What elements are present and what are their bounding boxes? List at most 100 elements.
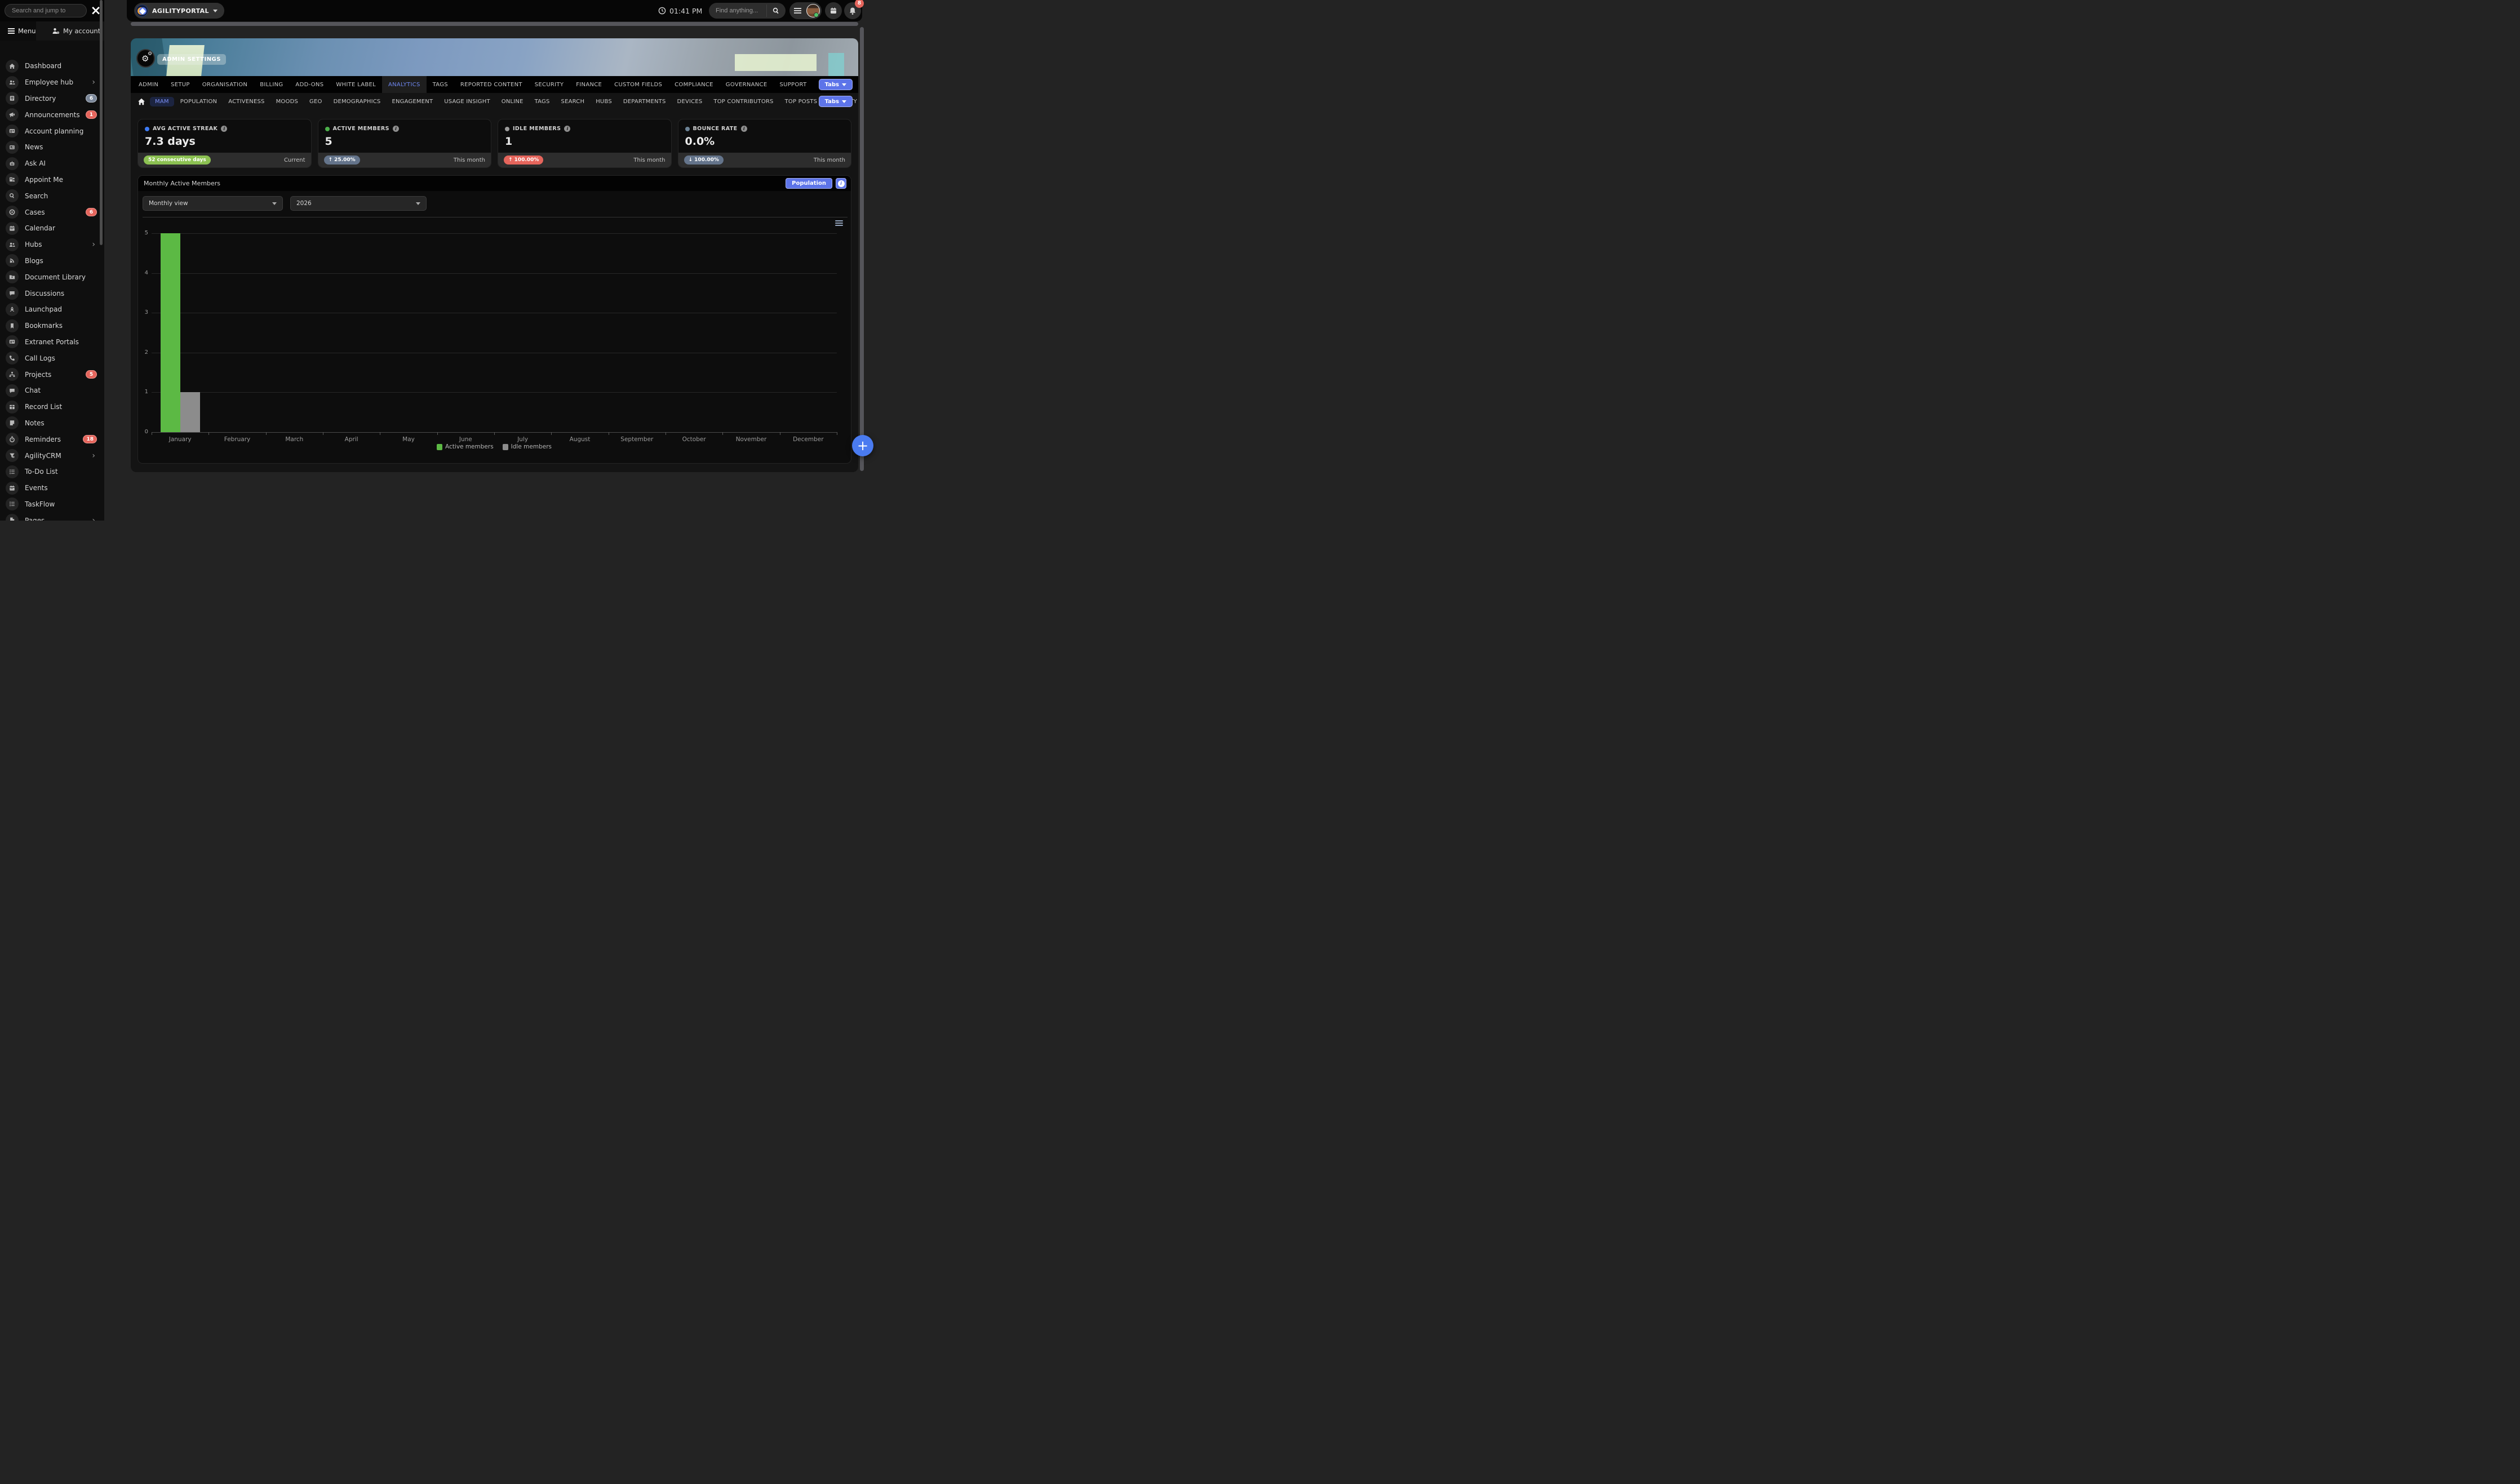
calendar-button[interactable] — [825, 2, 842, 19]
stats-row: AVG ACTIVE STREAKi7.3 days52 consecutive… — [137, 119, 851, 168]
sidebar-item-label: Employee hub — [25, 78, 73, 86]
tab-white-label[interactable]: WHITE LABEL — [330, 76, 382, 93]
subtab-moods[interactable]: MOODS — [271, 97, 303, 106]
sidebar-item-dashboard[interactable]: Dashboard — [0, 58, 104, 74]
tab-custom-fields[interactable]: CUSTOM FIELDS — [608, 76, 668, 93]
subtab-population[interactable]: POPULATION — [175, 97, 223, 106]
subtab-geo[interactable]: GEO — [304, 97, 327, 106]
sidebar-item-events[interactable]: Events — [0, 480, 104, 496]
subtab-mam[interactable]: MAM — [150, 97, 174, 106]
sidebar-item-extranet-portals[interactable]: Extranet Portals — [0, 334, 104, 350]
sidebar-item-ask-ai[interactable]: Ask AI — [0, 155, 104, 172]
subtab-top-contributors[interactable]: TOP CONTRIBUTORS — [708, 97, 778, 106]
stat-card-header: ACTIVE MEMBERSi — [325, 126, 399, 132]
info-icon[interactable]: i — [393, 126, 399, 132]
tab-billing[interactable]: BILLING — [254, 76, 289, 93]
subtab-online[interactable]: ONLINE — [496, 97, 529, 106]
sidebar-item-pages[interactable]: Pages› — [0, 512, 104, 521]
tab-organisation[interactable]: ORGANISATION — [196, 76, 254, 93]
sidebar-item-blogs[interactable]: Blogs — [0, 253, 104, 269]
users-icon — [6, 76, 19, 89]
sidebar-item-cases[interactable]: Cases6 — [0, 204, 104, 220]
sidebar-item-employee-hub[interactable]: Employee hub› — [0, 74, 104, 91]
tab-governance[interactable]: GOVERNANCE — [720, 76, 774, 93]
sidebar-item-record-list[interactable]: Record List — [0, 399, 104, 415]
sidebar-item-taskflow[interactable]: TaskFlow — [0, 496, 104, 513]
sidebar-item-projects[interactable]: Projects5 — [0, 366, 104, 383]
tab-security[interactable]: SECURITY — [529, 76, 570, 93]
stat-footer: ↓ 100.00%This month — [678, 153, 851, 167]
subtab-departments[interactable]: DEPARTMENTS — [618, 97, 671, 106]
sidebar-item-bookmarks[interactable]: Bookmarks — [0, 318, 104, 334]
info-icon[interactable]: i — [564, 126, 570, 132]
sidebar-item-label: Chat — [25, 386, 41, 394]
sidebar-item-hubs[interactable]: Hubs› — [0, 237, 104, 253]
subtab-devices[interactable]: DEVICES — [672, 97, 708, 106]
tab-analytics[interactable]: ANALYTICS — [382, 76, 427, 93]
tab-setup[interactable]: SETUP — [165, 76, 196, 93]
search-icon — [6, 189, 19, 202]
tab-admin[interactable]: ADMIN — [132, 76, 165, 93]
legend-item-active-members[interactable]: Active members — [437, 443, 494, 450]
news-icon — [6, 141, 19, 154]
tabs-dropdown-button[interactable]: Tabs — [819, 79, 853, 90]
avatar — [806, 4, 820, 17]
my-account-tab[interactable]: My account — [52, 21, 100, 41]
find-anything-input[interactable] — [716, 3, 764, 18]
home-icon[interactable] — [137, 98, 145, 105]
sidebar-item-call-logs[interactable]: Call Logs — [0, 350, 104, 366]
rocket-icon — [6, 303, 19, 316]
sidebar-item-notes[interactable]: Notes — [0, 415, 104, 432]
sidebar-item-search[interactable]: Search — [0, 188, 104, 204]
subtab-activeness[interactable]: ACTIVENESS — [223, 97, 269, 106]
info-icon[interactable]: i — [221, 126, 227, 132]
subtab-top-posts[interactable]: TOP POSTS — [780, 97, 823, 106]
sidebar-item-announcements[interactable]: Announcements1 — [0, 106, 104, 123]
sidebar-item-calendar[interactable]: Calendar — [0, 220, 104, 237]
tab-tags[interactable]: TAGS — [427, 76, 454, 93]
sidebar-item-discussions[interactable]: Discussions — [0, 285, 104, 301]
bar-january-idle-members[interactable] — [180, 392, 200, 432]
sidebar-item-to-do-list[interactable]: To-Do List — [0, 464, 104, 480]
legend-item-idle-members[interactable]: Idle members — [503, 443, 552, 450]
sidebar-item-chat[interactable]: Chat — [0, 383, 104, 399]
sidebar-item-appoint-me[interactable]: Appoint Me — [0, 172, 104, 188]
add-button[interactable]: + — [852, 435, 873, 456]
badge-cases: 6 — [86, 208, 97, 216]
sidebar-item-news[interactable]: News — [0, 139, 104, 155]
search-icon[interactable] — [772, 7, 780, 15]
vertical-scrollbar[interactable] — [860, 27, 864, 471]
info-icon[interactable]: i — [741, 126, 747, 132]
sidebar-item-directory[interactable]: Directory6 — [0, 91, 104, 107]
horizontal-scrollbar[interactable] — [131, 22, 858, 26]
sidebar-item-agilitycrm[interactable]: $AgilityCRM› — [0, 447, 104, 464]
tab-add-ons[interactable]: ADD-ONS — [289, 76, 330, 93]
profile-menu[interactable] — [789, 2, 822, 19]
bar-january-active-members[interactable] — [161, 233, 180, 432]
tab-support[interactable]: SUPPORT — [773, 76, 813, 93]
tab-reported-content[interactable]: REPORTED CONTENT — [454, 76, 529, 93]
folder-icon — [6, 270, 19, 283]
x-axis-label-august: August — [570, 436, 591, 443]
x-axis-label-march: March — [285, 436, 303, 443]
subtab-engagement[interactable]: ENGAGEMENT — [387, 97, 438, 106]
subtab-demographics[interactable]: DEMOGRAPHICS — [329, 97, 386, 106]
subtab-usage-insight[interactable]: USAGE INSIGHT — [439, 97, 495, 106]
tab-finance[interactable]: FINANCE — [570, 76, 608, 93]
sidebar-item-label: Record List — [25, 403, 62, 411]
subtab-search[interactable]: SEARCH — [556, 97, 590, 106]
subtab-hubs[interactable]: HUBS — [591, 97, 617, 106]
sidebar-item-reminders[interactable]: Reminders18 — [0, 431, 104, 447]
sidebar-item-label: Appoint Me — [25, 176, 63, 184]
sidebar-item-account-planning[interactable]: Account planning — [0, 123, 104, 139]
subtab-tags[interactable]: TAGS — [530, 97, 555, 106]
sidebar-scrollbar[interactable] — [100, 0, 103, 245]
tabs-dropdown-button[interactable]: Tabs — [819, 96, 853, 107]
workspace-switcher[interactable]: AGILITYPORTAL — [134, 3, 224, 19]
stat-label: IDLE MEMBERS — [513, 126, 561, 132]
menu-tab[interactable]: Menu — [8, 21, 36, 41]
sidebar-item-document-library[interactable]: Document Library — [0, 269, 104, 285]
sidebar-item-launchpad[interactable]: Launchpad — [0, 301, 104, 318]
tab-compliance[interactable]: COMPLIANCE — [668, 76, 720, 93]
sidebar-search-input[interactable] — [5, 4, 87, 17]
